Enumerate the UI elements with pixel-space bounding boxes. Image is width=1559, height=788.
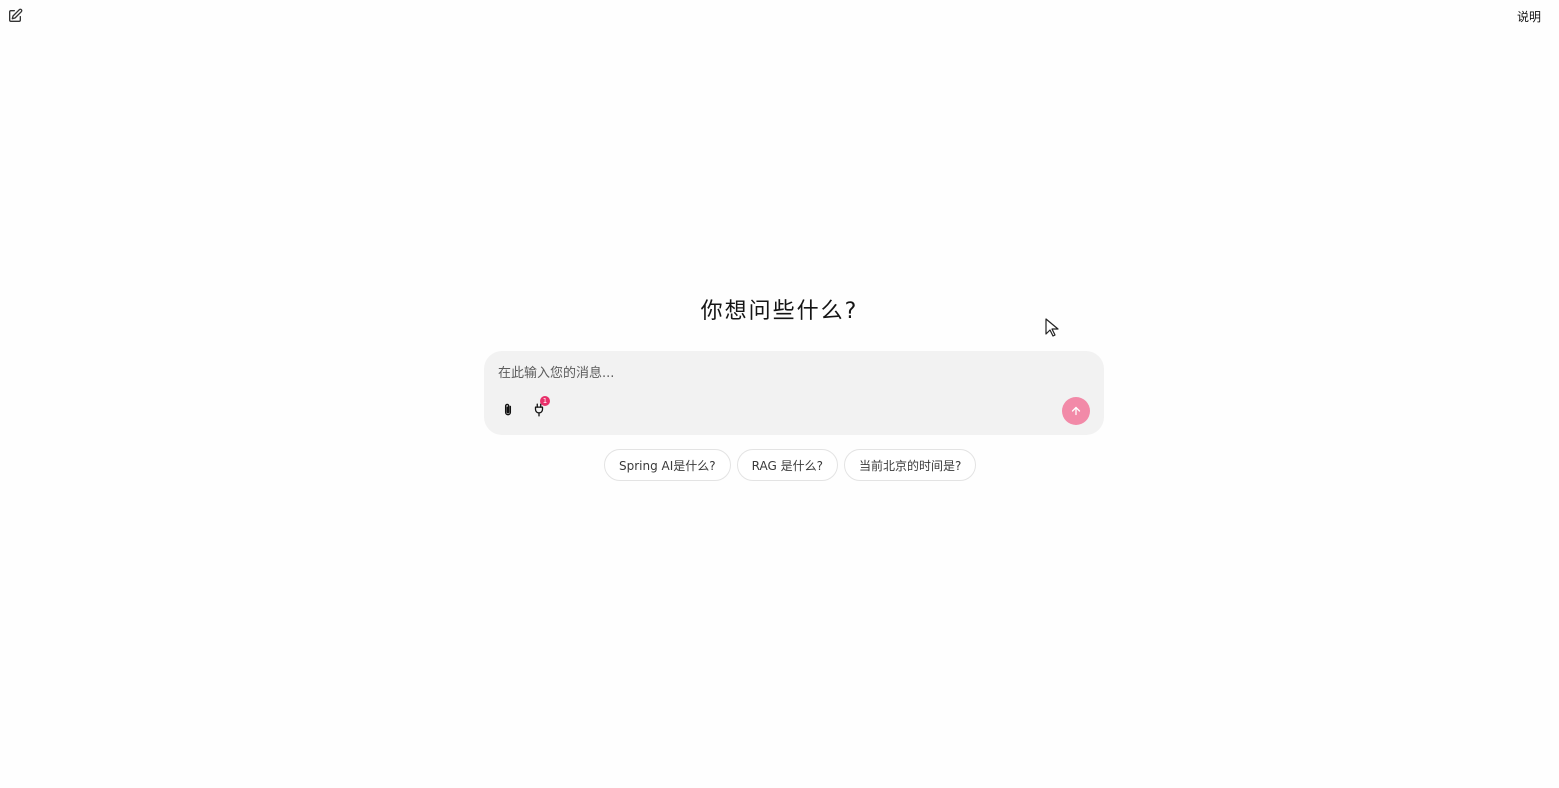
mouse-cursor-icon — [1045, 318, 1059, 337]
message-input[interactable] — [496, 361, 1090, 385]
edit-icon — [9, 8, 23, 22]
plugin-count-badge: 1 — [540, 396, 550, 406]
suggestion-chip-rag[interactable]: RAG 是什么? — [736, 449, 839, 481]
page-headline: 你想问些什么? — [700, 299, 859, 324]
arrow-up-icon — [1071, 406, 1081, 416]
suggestion-chip-beijing-time[interactable]: 当前北京的时间是? — [844, 449, 977, 481]
suggestion-chip-spring-ai[interactable]: Spring AI是什么? — [604, 449, 731, 481]
app-page: 说明 你想问些什么? 1 Spring A — [0, 0, 1559, 788]
attach-file-button[interactable] — [499, 400, 517, 420]
paperclip-icon — [504, 403, 512, 416]
suggestion-chips: Spring AI是什么? RAG 是什么? 当前北京的时间是? — [604, 449, 977, 481]
plugin-button[interactable]: 1 — [530, 396, 550, 420]
send-button[interactable] — [1062, 397, 1090, 425]
message-composer: 1 — [484, 351, 1104, 435]
help-link[interactable]: 说明 — [1517, 8, 1541, 25]
new-chat-button[interactable] — [5, 6, 25, 26]
